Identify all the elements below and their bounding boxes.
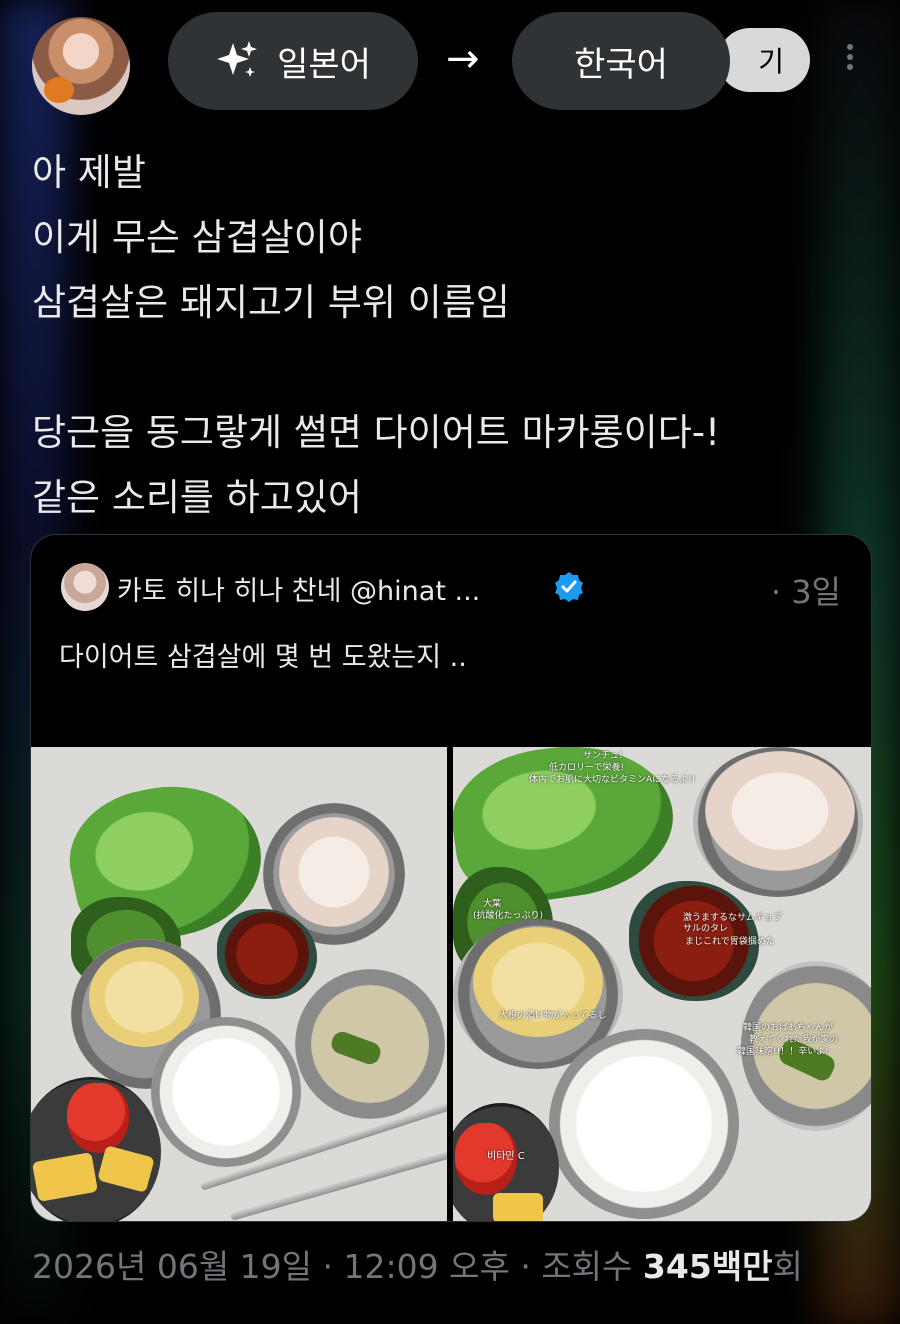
annotation-soup-note2: 韓国味噌!!！！辛いよ!	[737, 1047, 829, 1057]
source-language-button[interactable]: 일본어	[168, 12, 418, 110]
annotation-sauce: 激うまするなサムギョプサルのタレ	[683, 913, 782, 934]
quoted-author-name[interactable]: 카토 히나 히나 찬네 @hinat ...	[117, 569, 480, 608]
annotation-lettuce-note: 低カロリーで栄養!	[549, 763, 625, 773]
food-photo-1[interactable]	[31, 747, 447, 1221]
tweet-line: 아 제발	[32, 151, 146, 194]
verified-badge-icon	[553, 571, 585, 603]
author-avatar[interactable]	[32, 17, 130, 115]
rice-bowl-illustration	[151, 1017, 301, 1167]
food-photo-2[interactable]: サンチュ! 低カロリーで栄養! 体内でお肌に大切なビタミンAになるよ!! 大葉 …	[453, 747, 871, 1221]
pumpkin-icon	[44, 77, 74, 103]
tweet-line: 같은 소리를 하고있어	[32, 476, 362, 519]
source-language-label: 일본어	[277, 44, 371, 85]
views-suffix: 회	[772, 1247, 803, 1286]
tweet-metadata: 2026년 06월 19일 · 12:09 오후 · 조회수 345백만회	[32, 1240, 803, 1288]
tweet-line: 삼겹살은 돼지고기 부위 이름임	[32, 281, 510, 324]
target-language-button[interactable]: 한국어	[512, 12, 730, 110]
annotation-sauce-note: まじこれで胃袋掴めた	[685, 937, 775, 947]
chopstick-illustration	[229, 1147, 447, 1221]
tweet-line: 이게 무슨 삼겹살이야	[32, 216, 362, 259]
annotation-fruit: 비타민 C	[487, 1151, 525, 1162]
annotation-perilla-note: (抗酸化たっぷり)	[473, 911, 544, 921]
sparkle-icon	[215, 39, 259, 83]
annotation-lettuce-note2: 体内でお肌に大切なビタミンAになるよ!!	[529, 775, 696, 785]
show-original-label: 기	[758, 45, 784, 78]
views-label: 조회수	[541, 1247, 643, 1286]
more-options-icon[interactable]	[840, 40, 860, 80]
arrow-right-icon: →	[446, 36, 480, 82]
quoted-author-avatar[interactable]	[61, 563, 109, 611]
target-language-label: 한국어	[574, 44, 668, 85]
quoted-tweet-card[interactable]: 카토 히나 히나 찬네 @hinat ... · 3일 다이어트 삼겹살에 몇 …	[30, 534, 872, 1222]
pineapple-illustration	[493, 1193, 543, 1221]
tweet-date[interactable]: 2026년 06월 19일	[32, 1247, 312, 1286]
rice-bowl-illustration	[549, 1029, 739, 1219]
annotation-lettuce: サンチュ!	[583, 751, 623, 761]
separator-dot: ·	[312, 1247, 344, 1286]
strawberry-illustration	[67, 1083, 129, 1153]
show-original-button[interactable]: 기	[718, 28, 810, 92]
quoted-timestamp[interactable]: · 3일	[771, 567, 841, 613]
tweet-text: 아 제발 이게 무슨 삼겹살이야 삼겹살은 돼지고기 부위 이름임 당근을 동그…	[32, 140, 852, 530]
chicken-illustration	[705, 751, 855, 871]
tweet-line: 당근을 동그랗게 썰면 다이어트 마카롱이다-!	[32, 411, 720, 454]
tweet-time[interactable]: 12:09 오후	[344, 1247, 510, 1286]
chicken-illustration	[279, 817, 389, 927]
annotation-soup-note: 教えてくれた我が家の	[749, 1035, 839, 1045]
annotation-radish-note: 大根の漬け物が入ってるし	[499, 1011, 607, 1021]
separator-dot: ·	[509, 1247, 542, 1286]
quoted-tweet-text: 다이어트 삼겹살에 몇 번 도왔는지 ..	[59, 642, 467, 673]
annotation-soup: 韓国のおばあちゃんが	[743, 1023, 834, 1033]
annotation-perilla: 大葉	[483, 899, 502, 909]
views-count: 345백만	[642, 1247, 773, 1286]
